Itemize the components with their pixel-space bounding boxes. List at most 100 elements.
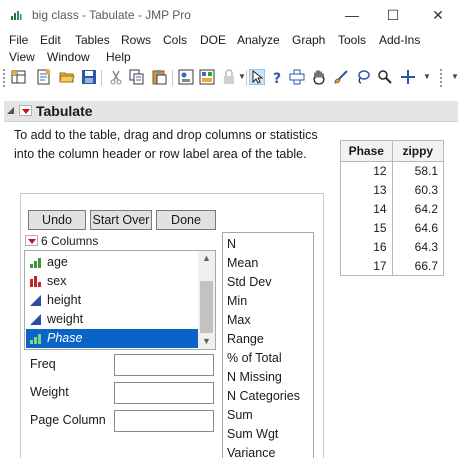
statistics-list[interactable]: N Mean Std Dev Min Max Range % of Total … — [222, 232, 314, 458]
toolbar-overflow-chevron-icon[interactable]: ▼ — [238, 72, 246, 81]
new-data-table-icon[interactable] — [10, 68, 28, 86]
layout-icon[interactable] — [198, 68, 216, 86]
red-triangle-menu-icon[interactable] — [19, 105, 32, 116]
close-button[interactable]: ✕ — [418, 3, 458, 27]
menu-analyze[interactable]: Analyze — [237, 33, 280, 47]
arrow-pointer-icon[interactable] — [248, 68, 266, 86]
menu-view[interactable]: View — [9, 50, 35, 64]
new-script-icon[interactable] — [35, 68, 53, 86]
statistic-item[interactable]: N Categories — [227, 389, 300, 403]
table-row: 14 64.2 — [340, 199, 445, 219]
column-name: height — [47, 293, 82, 307]
statistic-item[interactable]: Sum — [227, 408, 253, 422]
report-outline-header[interactable]: Tabulate — [4, 101, 458, 122]
menu-tables[interactable]: Tables — [75, 33, 110, 47]
column-header[interactable]: Phase — [340, 140, 393, 162]
menu-edit[interactable]: Edit — [40, 33, 61, 47]
toolbar: ▼ ? ▼ ▼ — [0, 66, 466, 90]
lock-icon[interactable] — [220, 68, 238, 86]
table-row: 13 60.3 — [340, 180, 445, 200]
statistic-item[interactable]: Sum Wgt — [227, 427, 278, 441]
menu-file[interactable]: File — [9, 33, 28, 47]
paste-icon[interactable] — [150, 68, 168, 86]
minimize-button[interactable]: — — [332, 3, 372, 27]
statistic-item[interactable]: % of Total — [227, 351, 282, 365]
statistic-item[interactable]: Variance — [227, 446, 275, 458]
list-item[interactable]: weight — [26, 310, 199, 329]
journal-icon[interactable] — [177, 68, 195, 86]
table-cell: 64.6 — [391, 218, 445, 238]
statistic-item[interactable]: Range — [227, 332, 264, 346]
table-row: 12 58.1 — [340, 161, 445, 181]
menu-tools[interactable]: Tools — [338, 33, 366, 47]
column-name: Phase — [47, 331, 83, 345]
toolbar-grip[interactable] — [440, 69, 442, 87]
undo-button[interactable]: Undo — [28, 210, 86, 230]
table-cell: 12 — [340, 161, 393, 181]
column-list-scrollbar[interactable]: ▲ ▼ — [198, 251, 215, 349]
menu-graph[interactable]: Graph — [292, 33, 325, 47]
statistic-item[interactable]: Std Dev — [227, 275, 271, 289]
scroll-down-chevron-icon[interactable]: ▼ — [202, 336, 211, 346]
maximize-button[interactable]: ☐ — [373, 3, 413, 27]
toolbar-overflow-chevron-icon[interactable]: ▼ — [451, 72, 459, 81]
table-cell: 14 — [340, 199, 393, 219]
menu-cols[interactable]: Cols — [163, 33, 187, 47]
table-cell: 17 — [340, 256, 393, 276]
statistic-item[interactable]: Min — [227, 294, 247, 308]
toolbar-overflow-chevron-icon[interactable]: ▼ — [423, 72, 431, 81]
table-cell: 16 — [340, 237, 393, 257]
list-item[interactable]: sex — [26, 272, 199, 291]
continuous-icon — [30, 295, 41, 306]
open-icon[interactable] — [58, 68, 76, 86]
weight-drop-zone[interactable] — [114, 382, 214, 404]
statistic-item[interactable]: N Missing — [227, 370, 282, 384]
toolbar-grip[interactable] — [3, 69, 5, 87]
save-icon[interactable] — [80, 68, 98, 86]
zoom-icon[interactable] — [376, 68, 394, 86]
nominal-icon — [30, 276, 41, 287]
help-pointer-icon[interactable]: ? — [268, 68, 286, 86]
hand-icon[interactable] — [310, 68, 328, 86]
page-column-drop-zone[interactable] — [114, 410, 214, 432]
selection-crosshair-icon[interactable] — [288, 68, 306, 86]
table-cell: 66.7 — [391, 256, 445, 276]
done-button[interactable]: Done — [156, 210, 216, 230]
list-item[interactable]: height — [26, 291, 199, 310]
toolbar-separator — [101, 70, 102, 86]
columns-red-triangle-menu-icon[interactable] — [25, 235, 38, 246]
start-over-button[interactable]: Start Over — [90, 210, 152, 230]
list-item-selected[interactable]: Phase — [26, 329, 199, 348]
column-list[interactable]: age sex height weight Phase ▲ ▼ — [24, 250, 216, 350]
table-cell: 64.2 — [391, 199, 445, 219]
disclosure-triangle-icon[interactable] — [7, 107, 14, 114]
title-bar: big class - Tabulate - JMP Pro — ☐ ✕ — [0, 0, 466, 32]
copy-icon[interactable] — [128, 68, 146, 86]
scroll-up-chevron-icon[interactable]: ▲ — [202, 253, 211, 263]
cut-icon[interactable] — [107, 68, 125, 86]
brush-icon[interactable] — [332, 68, 350, 86]
menu-help[interactable]: Help — [106, 50, 131, 64]
menu-doe[interactable]: DOE — [200, 33, 226, 47]
statistic-item[interactable]: Mean — [227, 256, 258, 270]
table-cell: 64.3 — [391, 237, 445, 257]
table-cell: 58.1 — [391, 161, 445, 181]
menu-rows[interactable]: Rows — [121, 33, 151, 47]
page-column-label: Page Column — [30, 413, 106, 427]
scrollbar-thumb[interactable] — [200, 281, 213, 333]
lasso-icon[interactable] — [354, 68, 372, 86]
menu-window[interactable]: Window — [47, 50, 90, 64]
table-cell: 60.3 — [391, 180, 445, 200]
list-item[interactable]: age — [26, 253, 199, 272]
table-row: 17 66.7 — [340, 256, 445, 276]
tabulate-result-table[interactable]: Phase zippy 12 58.1 13 60.3 14 64.2 15 6… — [340, 140, 445, 276]
statistic-item[interactable]: Max — [227, 313, 251, 327]
column-header[interactable]: zippy — [391, 140, 445, 162]
window-title: big class - Tabulate - JMP Pro — [32, 8, 191, 22]
statistic-item[interactable]: N — [227, 237, 236, 251]
menu-add-ins[interactable]: Add-Ins — [379, 33, 420, 47]
weight-label: Weight — [30, 385, 69, 399]
freq-drop-zone[interactable] — [114, 354, 214, 376]
crosshair-icon[interactable] — [399, 68, 417, 86]
toolbar-separator — [172, 70, 173, 86]
